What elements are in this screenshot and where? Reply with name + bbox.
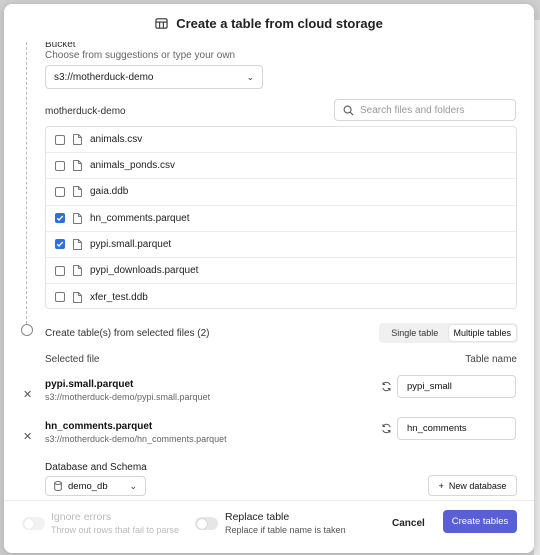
refresh-icon[interactable] bbox=[381, 423, 392, 434]
bucket-hint: Choose from suggestions or type your own bbox=[45, 50, 236, 61]
plus-icon: + bbox=[438, 480, 444, 491]
dialog-title: Create a table from cloud storage bbox=[176, 15, 383, 31]
remove-file-icon[interactable]: ✕ bbox=[23, 430, 32, 443]
selected-file-header: Selected file bbox=[45, 354, 100, 365]
file-checkbox[interactable] bbox=[55, 239, 65, 250]
table-name-input[interactable]: pypi_small bbox=[397, 375, 516, 398]
remove-file-icon[interactable]: ✕ bbox=[23, 388, 32, 401]
file-name: xfer_test.ddb bbox=[90, 291, 148, 303]
step-2-title: Create table(s) from selected files (2) bbox=[45, 328, 210, 339]
new-database-label: New database bbox=[448, 480, 507, 491]
file-name: animals.csv bbox=[90, 134, 143, 146]
replace-table-toggle[interactable] bbox=[195, 517, 218, 530]
file-icon bbox=[73, 238, 82, 250]
file-icon bbox=[73, 160, 82, 172]
database-value: demo_db bbox=[68, 480, 108, 492]
chevron-down-icon: ⌄ bbox=[246, 71, 254, 82]
new-database-button[interactable]: + New database bbox=[428, 475, 517, 496]
file-checkbox[interactable] bbox=[55, 265, 65, 276]
table-name-input[interactable]: hn_comments bbox=[397, 417, 516, 440]
selected-file-path: s3://motherduck-demo/hn_comments.parquet bbox=[45, 434, 227, 444]
file-search-input[interactable]: Search files and folders bbox=[334, 99, 516, 121]
chevron-down-icon: ⌄ bbox=[129, 480, 137, 491]
background-panel-edge bbox=[534, 20, 540, 555]
bucket-select[interactable]: s3://motherduck-demo ⌄ bbox=[45, 65, 263, 89]
file-name: gaia.ddb bbox=[90, 186, 129, 198]
table-mode-toggle: Single table Multiple tables bbox=[379, 323, 518, 343]
create-table-dialog: Create a table from cloud storage Bucket… bbox=[4, 4, 534, 553]
database-schema-label: Database and Schema bbox=[45, 462, 147, 473]
file-row[interactable]: hn_comments.parquet bbox=[46, 206, 516, 232]
file-icon bbox=[73, 291, 82, 303]
file-icon bbox=[73, 212, 82, 224]
single-table-option[interactable]: Single table bbox=[381, 325, 449, 341]
selected-file-path: s3://motherduck-demo/pypi.small.parquet bbox=[45, 392, 211, 402]
file-checkbox[interactable] bbox=[55, 292, 65, 303]
selected-file-name: pypi.small.parquet bbox=[45, 379, 134, 390]
file-checkbox[interactable] bbox=[55, 134, 65, 145]
search-icon bbox=[343, 105, 354, 115]
cancel-button[interactable]: Cancel bbox=[392, 518, 425, 529]
create-tables-button[interactable]: Create tables bbox=[443, 510, 517, 533]
file-name: pypi.small.parquet bbox=[90, 238, 172, 250]
replace-table-subtitle: Replace if table name is taken bbox=[225, 525, 346, 535]
dialog-header: Create a table from cloud storage bbox=[4, 4, 534, 42]
step-2-indicator bbox=[21, 324, 33, 336]
step-connector bbox=[26, 42, 27, 324]
file-row[interactable]: pypi_downloads.parquet bbox=[46, 258, 516, 285]
file-row[interactable]: pypi.small.parquet bbox=[46, 232, 516, 258]
file-icon bbox=[73, 186, 82, 198]
ignore-errors-subtitle: Throw out rows that fail to parse bbox=[51, 525, 180, 535]
file-name: pypi_downloads.parquet bbox=[90, 265, 199, 277]
folder-name: motherduck-demo bbox=[45, 106, 126, 117]
file-row[interactable]: xfer_test.ddb bbox=[46, 284, 516, 308]
search-placeholder: Search files and folders bbox=[360, 104, 465, 116]
file-checkbox[interactable] bbox=[55, 186, 65, 197]
file-icon bbox=[73, 134, 82, 145]
file-list: animals.csv animals_ponds.csv gaia.ddb hn_c… bbox=[45, 126, 517, 309]
bucket-value: s3://motherduck-demo bbox=[54, 71, 154, 83]
ignore-errors-toggle[interactable] bbox=[22, 517, 45, 530]
bucket-label: Bucket bbox=[45, 42, 76, 50]
table-name-header: Table name bbox=[465, 354, 517, 365]
dialog-body[interactable]: Bucket Choose from suggestions or type y… bbox=[4, 42, 534, 500]
dialog-footer: Ignore errors Throw out rows that fail t… bbox=[4, 500, 534, 553]
multiple-tables-option[interactable]: Multiple tables bbox=[448, 325, 516, 341]
file-row[interactable]: animals.csv bbox=[46, 127, 516, 154]
file-checkbox[interactable] bbox=[55, 213, 65, 224]
selected-file-row: ✕ pypi.small.parquet s3://motherduck-dem… bbox=[4, 375, 534, 415]
selected-file-row: ✕ hn_comments.parquet s3://motherduck-de… bbox=[4, 417, 534, 457]
database-icon bbox=[54, 481, 62, 491]
table-icon bbox=[155, 17, 168, 29]
ignore-errors-title: Ignore errors bbox=[51, 511, 112, 523]
file-name: hn_comments.parquet bbox=[90, 212, 190, 224]
refresh-icon[interactable] bbox=[381, 381, 392, 392]
database-select[interactable]: demo_db ⌄ bbox=[45, 476, 146, 496]
file-row[interactable]: gaia.ddb bbox=[46, 179, 516, 206]
file-name: animals_ponds.csv bbox=[90, 160, 176, 172]
selected-file-name: hn_comments.parquet bbox=[45, 421, 153, 432]
replace-table-title: Replace table bbox=[225, 511, 290, 523]
file-row[interactable]: animals_ponds.csv bbox=[46, 153, 516, 180]
file-checkbox[interactable] bbox=[55, 160, 65, 171]
file-icon bbox=[73, 265, 82, 276]
